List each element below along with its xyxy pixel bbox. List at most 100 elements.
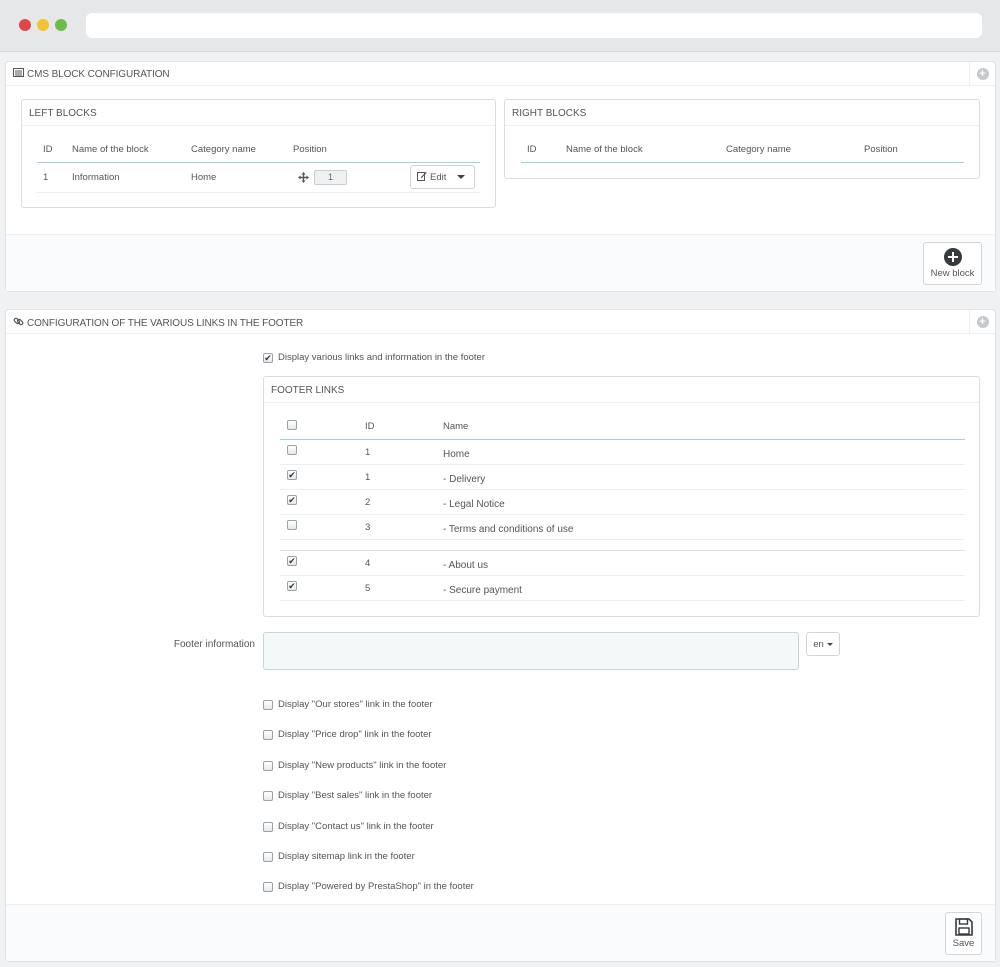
panel-toggle-button[interactable]: + [969, 310, 995, 334]
display-links-label: Display various links and information in… [278, 352, 485, 363]
plus-circle-icon: + [976, 68, 989, 80]
footer-links-box: FOOTER LINKS ID Name 1 Home ✔ 1 - Delive… [263, 376, 980, 617]
footer-links-title: FOOTER LINKS [271, 385, 345, 396]
footer-info-label: Footer information [173, 639, 255, 650]
row-id: 1 [43, 172, 49, 183]
link-id: 1 [365, 447, 371, 458]
row-divider [37, 192, 480, 193]
link-checkbox[interactable] [287, 445, 297, 455]
panel-title: CONFIGURATION OF THE VARIOUS LINKS IN TH… [27, 317, 304, 329]
left-blocks-title: LEFT BLOCKS [29, 108, 97, 119]
row-name: Information [72, 172, 120, 183]
link-name: Home [443, 449, 470, 460]
maximize-window-dot[interactable] [55, 19, 67, 31]
address-bar[interactable] [86, 13, 982, 38]
col-block-name: Name of the block [566, 144, 643, 155]
move-arrows-icon[interactable] [298, 172, 309, 186]
panel-header: CMS BLOCK CONFIGURATION + [6, 62, 995, 86]
footer-config-panel: CONFIGURATION OF THE VARIOUS LINKS IN TH… [5, 309, 996, 962]
col-id: ID [43, 144, 53, 155]
link-id: 5 [365, 583, 371, 594]
language-label: en [813, 638, 824, 650]
panel-header: CONFIGURATION OF THE VARIOUS LINKS IN TH… [6, 310, 995, 334]
plus-circle-icon [943, 248, 962, 266]
our-stores-label: Display "Our stores" link in the footer [278, 699, 433, 710]
display-links-checkbox[interactable]: ✔ [263, 353, 273, 363]
row-category: Home [191, 172, 217, 183]
col-block-name: Name of the block [72, 144, 149, 155]
sitemap-label: Display sitemap link in the footer [278, 851, 415, 862]
header-divider [521, 162, 964, 163]
link-name: - About us [443, 560, 489, 571]
col-id: ID [527, 144, 537, 155]
left-blocks-header: LEFT BLOCKS [22, 100, 495, 126]
row-divider [280, 464, 965, 465]
sitemap-checkbox[interactable] [263, 852, 273, 862]
panel-footer: Save [6, 904, 995, 961]
new-block-button[interactable]: New block [923, 242, 982, 285]
close-window-dot[interactable] [19, 19, 31, 31]
new-block-label: New block [930, 268, 975, 279]
panel-title: CMS BLOCK CONFIGURATION [27, 68, 170, 80]
powered-by-label: Display "Powered by PrestaShop" in the f… [278, 881, 474, 892]
language-dropdown[interactable]: en [806, 632, 840, 656]
our-stores-checkbox[interactable] [263, 700, 273, 710]
plus-circle-icon: + [976, 316, 989, 328]
col-category: Category name [191, 144, 256, 155]
edit-button[interactable]: Edit [410, 165, 475, 189]
powered-by-checkbox[interactable] [263, 882, 273, 892]
col-name: Name [443, 421, 469, 432]
col-position: Position [864, 144, 898, 155]
col-position: Position [293, 144, 327, 155]
price-drop-label: Display "Price drop" link in the footer [278, 729, 432, 740]
link-id: 3 [365, 522, 371, 533]
list-icon [13, 68, 24, 80]
select-all-checkbox[interactable] [287, 420, 297, 430]
panel-footer: New block [6, 234, 995, 291]
position-input[interactable]: 1 [314, 170, 347, 185]
minimize-window-dot[interactable] [37, 19, 49, 31]
row-divider [280, 600, 965, 601]
new-products-checkbox[interactable] [263, 761, 273, 771]
link-checkbox[interactable]: ✔ [287, 581, 297, 591]
link-name: - Delivery [443, 474, 486, 485]
best-sales-checkbox[interactable] [263, 791, 273, 801]
contact-us-checkbox[interactable] [263, 822, 273, 832]
link-checkbox[interactable]: ✔ [287, 470, 297, 480]
panel-toggle-button[interactable]: + [969, 62, 995, 86]
best-sales-label: Display "Best sales" link in the footer [278, 790, 433, 801]
save-button[interactable]: Save [945, 912, 982, 955]
right-blocks-header: RIGHT BLOCKS [505, 100, 979, 126]
caret-down-icon[interactable] [457, 175, 465, 179]
footer-info-textarea[interactable] [263, 632, 799, 670]
right-blocks-box: RIGHT BLOCKS ID Name of the block Catego… [504, 99, 980, 179]
link-name: - Terms and conditions of use [443, 524, 574, 535]
link-name: - Secure payment [443, 585, 522, 596]
price-drop-checkbox[interactable] [263, 730, 273, 740]
link-checkbox[interactable]: ✔ [287, 495, 297, 505]
edit-icon [417, 171, 427, 184]
link-id: 2 [365, 497, 371, 508]
cms-block-panel: CMS BLOCK CONFIGURATION + LEFT BLOCKS ID… [5, 61, 996, 292]
footer-links-header: FOOTER LINKS [264, 377, 979, 403]
header-divider [280, 439, 965, 440]
row-divider [280, 550, 965, 551]
save-label: Save [952, 938, 975, 949]
row-divider [280, 539, 965, 540]
caret-down-icon [826, 642, 833, 646]
link-id: 4 [365, 558, 371, 569]
contact-us-label: Display "Contact us" link in the footer [278, 821, 434, 832]
edit-label: Edit [430, 171, 447, 183]
browser-chrome [0, 0, 1000, 52]
link-icon [13, 316, 24, 330]
link-checkbox[interactable]: ✔ [287, 556, 297, 566]
col-id: ID [365, 421, 375, 432]
row-divider [280, 575, 965, 576]
row-divider [280, 489, 965, 490]
header-divider [37, 162, 480, 163]
link-checkbox[interactable] [287, 520, 297, 530]
row-divider [280, 514, 965, 515]
link-id: 1 [365, 472, 371, 483]
save-icon [954, 918, 973, 936]
new-products-label: Display "New products" link in the foote… [278, 760, 447, 771]
